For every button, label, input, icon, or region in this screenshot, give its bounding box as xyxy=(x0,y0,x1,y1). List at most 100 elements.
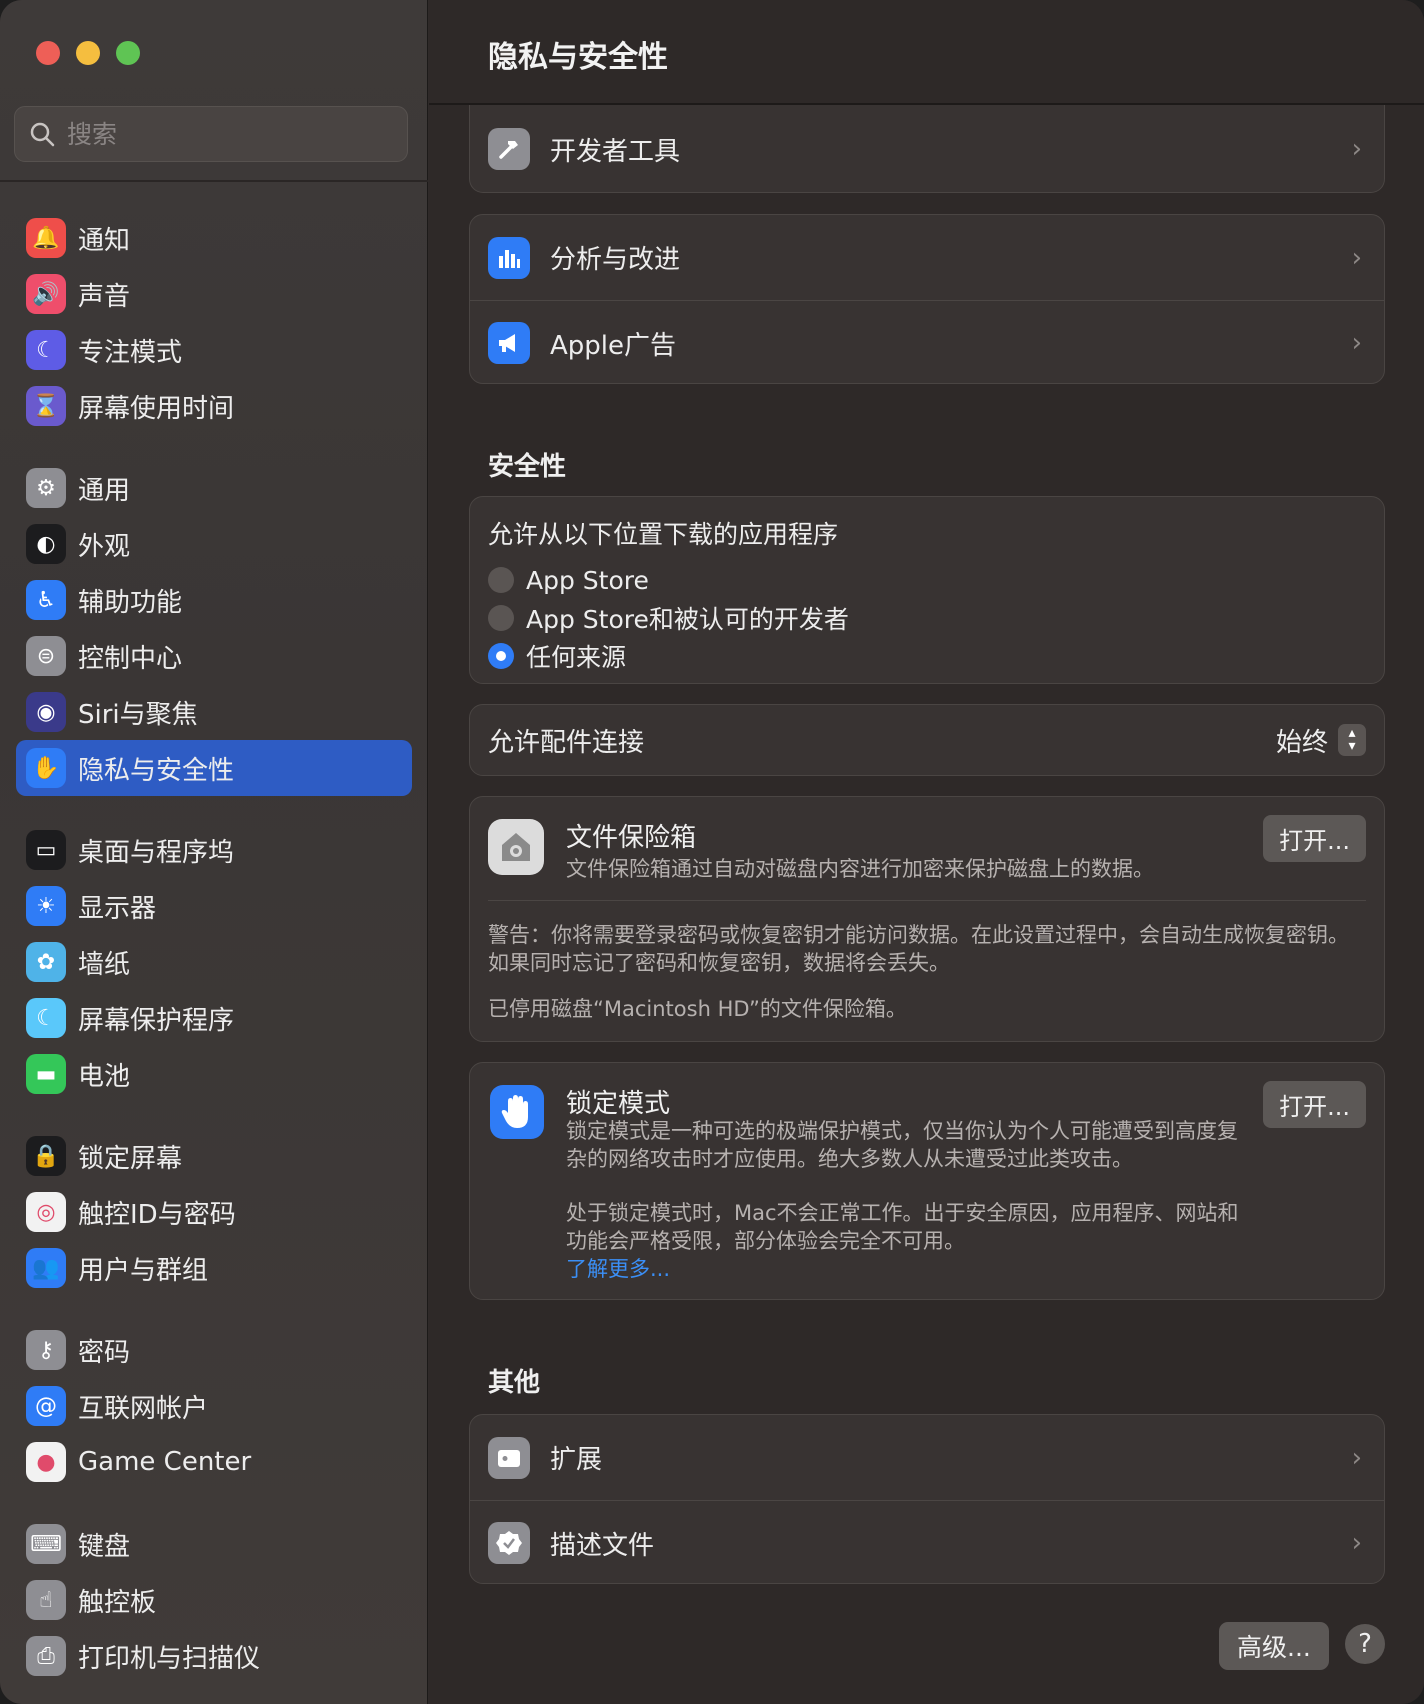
sidebar-item[interactable]: ☾ 专注模式 xyxy=(16,322,412,378)
checkmark-seal-icon xyxy=(488,1522,530,1564)
megaphone-icon xyxy=(488,322,530,364)
row-analytics[interactable]: 分析与改进 › xyxy=(470,215,1384,300)
apple-ads-label: Apple广告 xyxy=(550,330,677,361)
sidebar-item-label: 辅助功能 xyxy=(78,587,183,618)
gear-icon: ⚙ xyxy=(26,468,66,508)
accessory-select[interactable]: 始终 ▴ ▾ xyxy=(1276,722,1366,759)
radio-option[interactable]: App Store xyxy=(488,561,1366,599)
sidebar-item[interactable]: ☀ 显示器 xyxy=(16,878,412,934)
row-developer-tools[interactable]: 开发者工具 › xyxy=(470,105,1384,193)
sidebar-item[interactable]: 🔊 声音 xyxy=(16,266,412,322)
accessory-label: 允许配件连接 xyxy=(488,727,645,758)
sidebar-item[interactable]: ▬ 电池 xyxy=(16,1046,412,1102)
settings-window: 🔔 通知 🔊 声音 ☾ 专注模式 ⌛ 屏幕使用时间 ⚙ 通用 ◐ 外观 ♿ 辅助功能 ⊜ 控制中心 ◉ Siri与… xyxy=(0,0,1424,1704)
sidebar-item-label: 互联网帐户 xyxy=(78,1393,209,1424)
sidebar-item[interactable]: ☾ 屏幕保护程序 xyxy=(16,990,412,1046)
sidebar-item[interactable]: ◐ 外观 xyxy=(16,516,412,572)
sidebar-item[interactable]: ✿ 墙纸 xyxy=(16,934,412,990)
hand-icon xyxy=(490,1085,544,1139)
radio-button[interactable] xyxy=(488,605,514,631)
lockdown-title: 锁定模式 xyxy=(566,1089,671,1119)
lockdown-turn-on-button[interactable]: 打开... xyxy=(1263,1081,1366,1128)
sidebar-group: 🔒 锁定屏幕 ◎ 触控ID与密码 👥 用户与群组 xyxy=(16,1128,412,1296)
stepper-icon: ▴ ▾ xyxy=(1338,724,1366,756)
row-apple-ads[interactable]: Apple广告 › xyxy=(470,300,1384,385)
analytics-label: 分析与改进 xyxy=(550,245,681,275)
search-input[interactable] xyxy=(67,119,387,149)
sidebar-item[interactable]: 🔔 通知 xyxy=(16,210,412,266)
sidebar-item-label: 电池 xyxy=(78,1061,131,1092)
users-icon: 👥 xyxy=(26,1248,66,1288)
chevron-right-icon: › xyxy=(1351,242,1362,273)
sidebar-item[interactable]: ⊜ 控制中心 xyxy=(16,628,412,684)
sidebar-group: ⌨ 键盘 ☝ 触控板 ⎙ 打印机与扫描仪 xyxy=(16,1516,412,1684)
sidebar-item[interactable]: ◉ Siri与聚焦 xyxy=(16,684,412,740)
sidebar-item-label: 通用 xyxy=(78,475,131,506)
search-field[interactable] xyxy=(14,106,408,162)
moon-icon: ☾ xyxy=(26,330,66,370)
zoom-button[interactable] xyxy=(116,41,140,65)
sidebar-item[interactable]: ♿ 辅助功能 xyxy=(16,572,412,628)
sidebar-item-label: 锁定屏幕 xyxy=(78,1143,183,1174)
radio-option[interactable]: App Store和被认可的开发者 xyxy=(488,599,1366,637)
other-card: 扩展 › 描述文件 › xyxy=(469,1414,1385,1584)
sidebar-item[interactable]: 🔒 锁定屏幕 xyxy=(16,1128,412,1184)
learn-more-link[interactable]: 了解更多... xyxy=(566,1255,1246,1283)
sidebar-group: ⚷ 密码 @ 互联网帐户 ● Game Center xyxy=(16,1322,412,1490)
lock-icon: 🔒 xyxy=(26,1136,66,1176)
sidebar-item-label: 屏幕保护程序 xyxy=(78,1005,235,1036)
other-section-title: 其他 xyxy=(488,1368,541,1398)
key-icon: ⚷ xyxy=(26,1330,66,1370)
bell-icon: 🔔 xyxy=(26,218,66,258)
filevault-turn-on-button[interactable]: 打开... xyxy=(1263,815,1366,862)
security-section-title: 安全性 xyxy=(488,452,567,482)
puzzle-icon xyxy=(488,1436,530,1479)
sidebar-item[interactable]: 👥 用户与群组 xyxy=(16,1240,412,1296)
sidebar: 🔔 通知 🔊 声音 ☾ 专注模式 ⌛ 屏幕使用时间 ⚙ 通用 ◐ 外观 ♿ 辅助功能 ⊜ 控制中心 ◉ Siri与… xyxy=(0,0,428,1704)
radio-button[interactable] xyxy=(488,567,514,593)
sidebar-item-label: 密码 xyxy=(78,1337,131,1368)
sidebar-item-label: 隐私与安全性 xyxy=(78,755,235,786)
accessibility-icon: ♿ xyxy=(26,580,66,620)
toggle-icon: ⊜ xyxy=(26,636,66,676)
sidebar-item[interactable]: ✋ 隐私与安全性 xyxy=(16,740,412,796)
sidebar-item[interactable]: ☝ 触控板 xyxy=(16,1572,412,1628)
radio-label: App Store xyxy=(526,565,649,595)
profiles-label: 描述文件 xyxy=(550,1530,655,1561)
sidebar-item[interactable]: ⌛ 屏幕使用时间 xyxy=(16,378,412,434)
sidebar-item-label: 通知 xyxy=(78,225,131,256)
sidebar-item[interactable]: @ 互联网帐户 xyxy=(16,1378,412,1434)
hand-icon: ✋ xyxy=(26,748,66,788)
window-controls xyxy=(36,41,140,65)
radio-button[interactable] xyxy=(488,643,514,669)
sidebar-item[interactable]: ⌨ 键盘 xyxy=(16,1516,412,1572)
sidebar-item-label: 打印机与扫描仪 xyxy=(78,1643,261,1674)
advanced-button[interactable]: 高级... xyxy=(1219,1622,1329,1670)
sidebar-item-label: Game Center xyxy=(78,1447,252,1477)
filevault-status: 已停用磁盘“Macintosh HD”的文件保险箱。 xyxy=(488,997,907,1021)
sidebar-item[interactable]: ⚙ 通用 xyxy=(16,460,412,516)
sidebar-item[interactable]: ▭ 桌面与程序坞 xyxy=(16,822,412,878)
close-button[interactable] xyxy=(36,41,60,65)
sidebar-item[interactable]: ⎙ 打印机与扫描仪 xyxy=(16,1628,412,1684)
siri-icon: ◉ xyxy=(26,692,66,732)
sidebar-nav: 🔔 通知 🔊 声音 ☾ 专注模式 ⌛ 屏幕使用时间 ⚙ 通用 ◐ 外观 ♿ 辅助功能 ⊜ 控制中心 ◉ Siri与… xyxy=(16,210,412,1704)
download-source-card: 允许从以下位置下载的应用程序 App Store App Store和被认可的开发… xyxy=(469,496,1385,684)
sidebar-item-label: 专注模式 xyxy=(78,337,183,368)
sidebar-item[interactable]: ◎ 触控ID与密码 xyxy=(16,1184,412,1240)
sidebar-group: ⚙ 通用 ◐ 外观 ♿ 辅助功能 ⊜ 控制中心 ◉ Siri与聚焦 ✋ 隐私与安全性 xyxy=(16,460,412,796)
sidebar-item[interactable]: ● Game Center xyxy=(16,1434,412,1490)
minimize-button[interactable] xyxy=(76,41,100,65)
radio-option[interactable]: 任何来源 xyxy=(488,637,1366,675)
title-bar: 隐私与安全性 xyxy=(429,0,1424,105)
game-center-icon: ● xyxy=(26,1442,66,1482)
sidebar-group: ▭ 桌面与程序坞 ☀ 显示器 ✿ 墙纸 ☾ 屏幕保护程序 ▬ 电池 xyxy=(16,822,412,1102)
chevron-right-icon: › xyxy=(1351,1442,1362,1473)
lockdown-body: 锁定模式是一种可选的极端保护模式，仅当你认为个人可能遭受到高度复杂的网络攻击时才… xyxy=(566,1117,1246,1283)
row-profiles[interactable]: 描述文件 › xyxy=(470,1500,1384,1585)
sidebar-item-label: 桌面与程序坞 xyxy=(78,837,235,868)
sidebar-item[interactable]: ⚷ 密码 xyxy=(16,1322,412,1378)
help-button[interactable]: ? xyxy=(1345,1624,1385,1664)
row-extensions[interactable]: 扩展 › xyxy=(470,1415,1384,1500)
lockdown-card: 锁定模式 锁定模式是一种可选的极端保护模式，仅当你认为个人可能遭受到高度复杂的网… xyxy=(469,1062,1385,1300)
